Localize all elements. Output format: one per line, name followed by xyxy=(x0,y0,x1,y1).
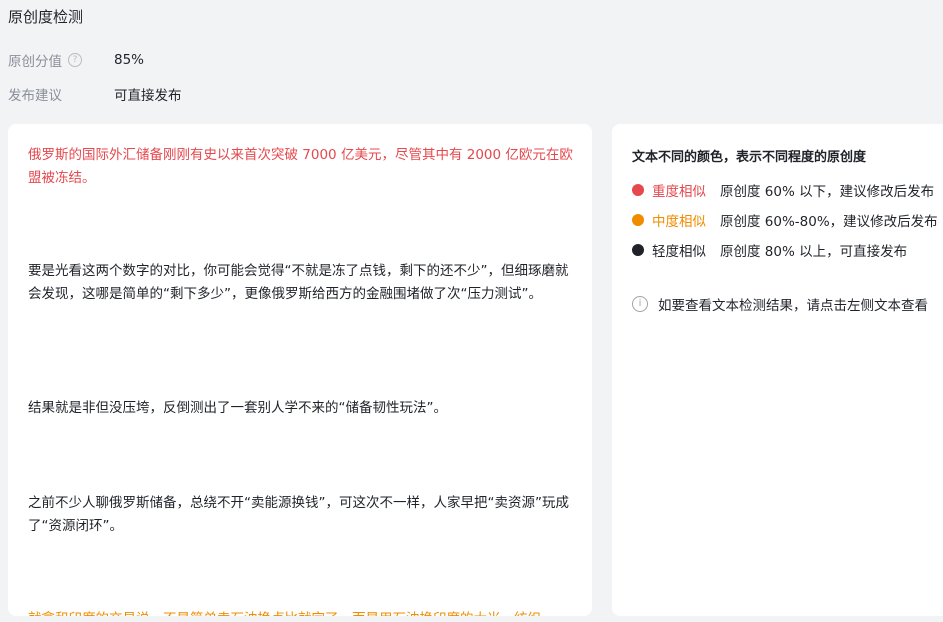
legend-item-light: 轻度相似 原创度 80% 以上，可直接发布 xyxy=(632,240,907,260)
advice-value: 可直接发布 xyxy=(114,88,182,104)
score-label: 原创分值 xyxy=(8,54,62,70)
legend-item-desc: 原创度 60%-80%，建议修改后发布 xyxy=(720,214,938,230)
page-title: 原创度检测 xyxy=(8,8,84,26)
info-hint: i 如要查看文本检测结果，请点击左侧文本查看 xyxy=(632,294,928,314)
article-paragraph[interactable]: 结果就是非但没压垮，反倒测出了一套别人学不来的“储备韧性玩法”。 xyxy=(28,397,574,420)
article-paragraph[interactable]: 就拿和印度的交易说，不是简单卖石油换卢比就完了，而是用石油换印度的大米、纺织 xyxy=(28,608,574,616)
article-paragraph[interactable]: 之前不少人聊俄罗斯储备，总绕不开“卖能源换钱”，可这次不一样，人家早把“卖资源”… xyxy=(28,492,574,537)
article-paragraph[interactable]: 俄罗斯的国际外汇储备刚刚有史以来首次突破 7000 亿美元，尽管其中有 2000… xyxy=(28,144,574,189)
score-row: 原创分值 ? 85% xyxy=(8,50,144,70)
advice-label: 发布建议 xyxy=(8,88,62,104)
legend-panel: 文本不同的颜色，表示不同程度的原创度 重度相似 原创度 60% 以下，建议修改后… xyxy=(612,124,943,616)
info-icon: i xyxy=(632,296,648,312)
legend-item-desc: 原创度 60% 以下，建议修改后发布 xyxy=(720,184,935,200)
article-paragraph[interactable]: 要是光看这两个数字的对比，你可能会觉得“不就是冻了点钱，剩下的还不少”，但细琢磨… xyxy=(28,260,574,305)
orange-dot-icon xyxy=(632,214,644,226)
legend-title: 文本不同的颜色，表示不同程度的原创度 xyxy=(632,150,867,165)
legend-item-name: 重度相似 xyxy=(652,184,706,200)
legend-item-name: 轻度相似 xyxy=(652,244,706,260)
advice-row: 发布建议 可直接发布 xyxy=(8,84,182,104)
legend-item-medium: 中度相似 原创度 60%-80%，建议修改后发布 xyxy=(632,210,938,230)
legend-item-name: 中度相似 xyxy=(652,214,706,230)
info-text: 如要查看文本检测结果，请点击左侧文本查看 xyxy=(658,298,928,314)
red-dot-icon xyxy=(632,184,644,196)
legend-item-heavy: 重度相似 原创度 60% 以下，建议修改后发布 xyxy=(632,180,934,200)
article-panel[interactable]: 俄罗斯的国际外汇储备刚刚有史以来首次突破 7000 亿美元，尽管其中有 2000… xyxy=(8,124,592,616)
question-icon[interactable]: ? xyxy=(68,53,82,67)
dark-dot-icon xyxy=(632,244,644,256)
score-value: 85% xyxy=(114,52,145,68)
header-section: 原创度检测 原创分值 ? 85% 发布建议 可直接发布 xyxy=(0,0,943,113)
legend-item-desc: 原创度 80% 以上，可直接发布 xyxy=(720,244,908,260)
